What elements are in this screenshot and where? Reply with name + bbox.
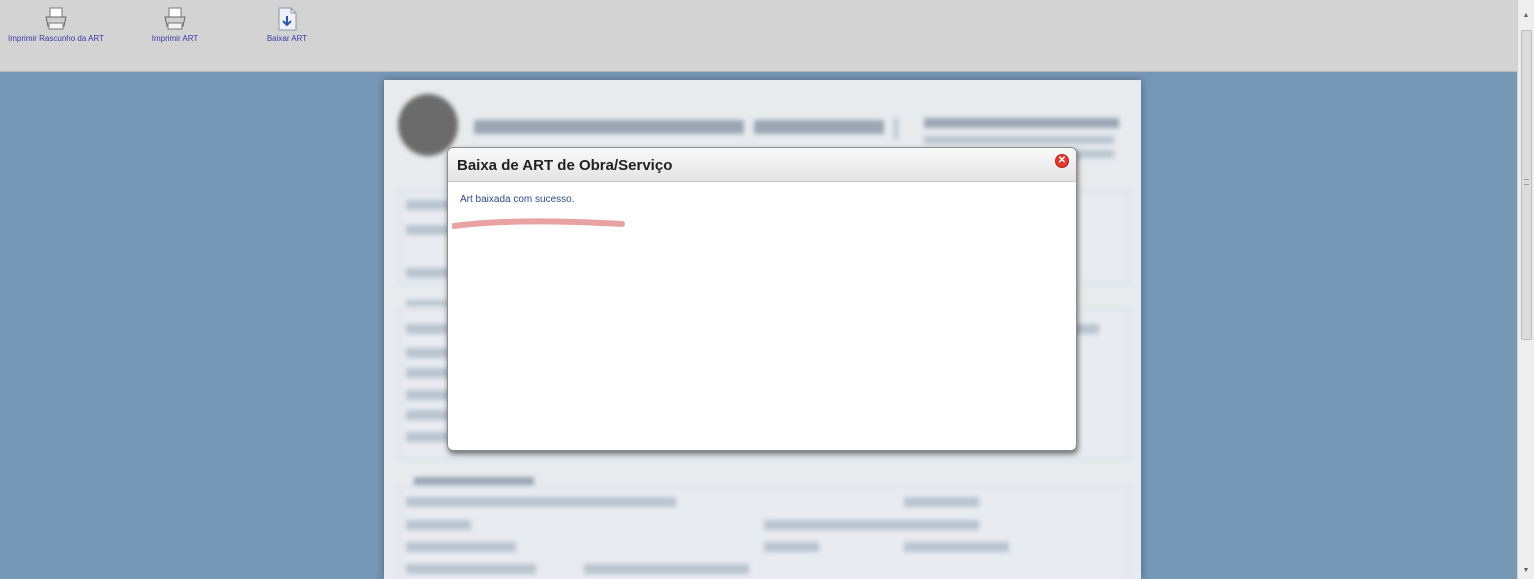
scroll-down-icon[interactable]: ▼: [1518, 563, 1534, 579]
print-draft-art-button[interactable]: Imprimir Rascunho da ART: [8, 6, 104, 43]
scroll-up-icon[interactable]: ▲: [1518, 8, 1534, 24]
dialog-title: Baixa de ART de Obra/Serviço: [457, 157, 673, 174]
toolbar: Imprimir Rascunho da ART Imprimir ART Ba…: [0, 0, 1517, 72]
download-art-label: Baixar ART: [266, 34, 308, 43]
highlight-mark: [452, 218, 625, 229]
printer-icon: [45, 7, 67, 30]
success-message: Art baixada com sucesso.: [460, 194, 575, 205]
scrollbar-thumb[interactable]: [1521, 30, 1532, 340]
close-icon[interactable]: ✕: [1055, 154, 1069, 168]
print-art-button[interactable]: Imprimir ART: [140, 6, 210, 43]
art-download-dialog: Baixa de ART de Obra/Serviço ✕ Art baixa…: [447, 147, 1077, 451]
download-art-button[interactable]: Baixar ART: [252, 6, 322, 43]
download-document-icon: [278, 7, 297, 31]
print-art-label: Imprimir ART: [151, 34, 199, 43]
vertical-scrollbar[interactable]: ▲ ▼: [1517, 0, 1534, 579]
printer-icon: [164, 7, 186, 30]
print-draft-art-label: Imprimir Rascunho da ART: [8, 34, 104, 43]
dialog-header: Baixa de ART de Obra/Serviço ✕: [448, 148, 1076, 182]
